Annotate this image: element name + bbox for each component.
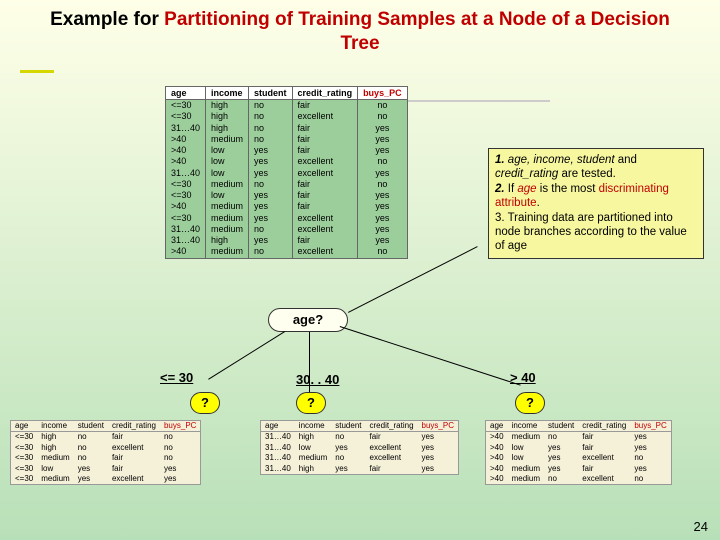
table-row: 31…40mediumnoexcellentyes xyxy=(261,453,459,463)
table-row: >40lowyesfairyes xyxy=(486,443,672,453)
col-header: student xyxy=(331,421,365,432)
col-header: age xyxy=(166,87,206,100)
table-row: <=30mediumnofairno xyxy=(11,453,201,463)
decision-node-age: age? xyxy=(268,308,348,332)
col-header: age xyxy=(11,421,38,432)
table-row: 31…40mediumnoexcellentyes xyxy=(166,224,408,235)
partition-table-left: ageincomestudentcredit_ratingbuys_PC<=30… xyxy=(10,420,201,485)
col-header: student xyxy=(74,421,108,432)
branch-label-mid: 30. . 40 xyxy=(296,372,339,387)
table-row: 31…40highyesfairyes xyxy=(261,464,459,475)
branch-label-right: > 40 xyxy=(510,370,536,385)
table-row: <=30mediumyesexcellentyes xyxy=(11,474,201,485)
table-row: <=30mediumnofairno xyxy=(166,179,408,190)
table-row: <=30highnoexcellentno xyxy=(166,111,408,122)
col-header: age xyxy=(486,421,508,432)
table-row: >40lowyesfairyes xyxy=(166,145,408,156)
child-node-2: ? xyxy=(296,392,326,414)
table-row: 31…40highnofairyes xyxy=(166,123,408,134)
table-row: >40mediumyesfairyes xyxy=(166,201,408,212)
col-header: buys_PC xyxy=(160,421,201,432)
child-node-3: ? xyxy=(515,392,545,414)
col-header: credit_rating xyxy=(578,421,630,432)
explanation-callout: 1. age, income, student and credit_ratin… xyxy=(488,148,704,259)
col-header: buys_PC xyxy=(630,421,671,432)
col-header: buys_PC xyxy=(358,87,408,100)
table-row: <=30lowyesfairyes xyxy=(166,190,408,201)
tree-edge-right xyxy=(340,326,521,386)
col-header: age xyxy=(261,421,295,432)
child-node-1: ? xyxy=(190,392,220,414)
partition-table-right: ageincomestudentcredit_ratingbuys_PC>40m… xyxy=(485,420,672,485)
col-header: income xyxy=(295,421,331,432)
table-row: >40lowyesexcellentno xyxy=(486,453,672,463)
table-row: <=30highnofairno xyxy=(166,100,408,112)
table-row: >40mediumnoexcellentno xyxy=(486,474,672,485)
col-header: income xyxy=(508,421,544,432)
table-row: 31…40lowyesexcellentyes xyxy=(261,443,459,453)
col-header: credit_rating xyxy=(292,87,358,100)
slide-title: Example for Partitioning of Training Sam… xyxy=(0,0,720,60)
table-row: 31…40lowyesexcellentyes xyxy=(166,168,408,179)
table-row: <=30highnoexcellentno xyxy=(11,443,201,453)
col-header: student xyxy=(249,87,293,100)
page-number: 24 xyxy=(694,519,708,534)
table-row: >40mediumnoexcellentno xyxy=(166,246,408,258)
table-row: 31…40highyesfairyes xyxy=(166,235,408,246)
col-header: buys_PC xyxy=(418,421,459,432)
col-header: student xyxy=(544,421,578,432)
accent-bar xyxy=(20,70,54,73)
col-header: credit_rating xyxy=(108,421,160,432)
title-red: Partitioning of Training Samples at a No… xyxy=(164,9,670,54)
title-pre: Example for xyxy=(50,9,164,30)
table-row: <=30mediumyesexcellentyes xyxy=(166,213,408,224)
table-row: <=30highnofairno xyxy=(11,432,201,443)
col-header: income xyxy=(206,87,249,100)
table-row: >40mediumnofairyes xyxy=(486,432,672,443)
tree-edge-left xyxy=(208,331,285,380)
table-row: >40mediumnofairyes xyxy=(166,134,408,145)
table-row: <=30lowyesfairyes xyxy=(11,464,201,474)
table-row: >40mediumyesfairyes xyxy=(486,464,672,474)
col-header: credit_rating xyxy=(366,421,418,432)
training-data-table: ageincomestudentcredit_ratingbuys_PC <=3… xyxy=(165,86,408,259)
table-row: >40lowyesexcellentno xyxy=(166,156,408,167)
table-row: 31…40highnofairyes xyxy=(261,432,459,443)
partition-table-mid: ageincomestudentcredit_ratingbuys_PC31…4… xyxy=(260,420,459,475)
col-header: income xyxy=(37,421,73,432)
branch-label-left: <= 30 xyxy=(160,370,193,385)
